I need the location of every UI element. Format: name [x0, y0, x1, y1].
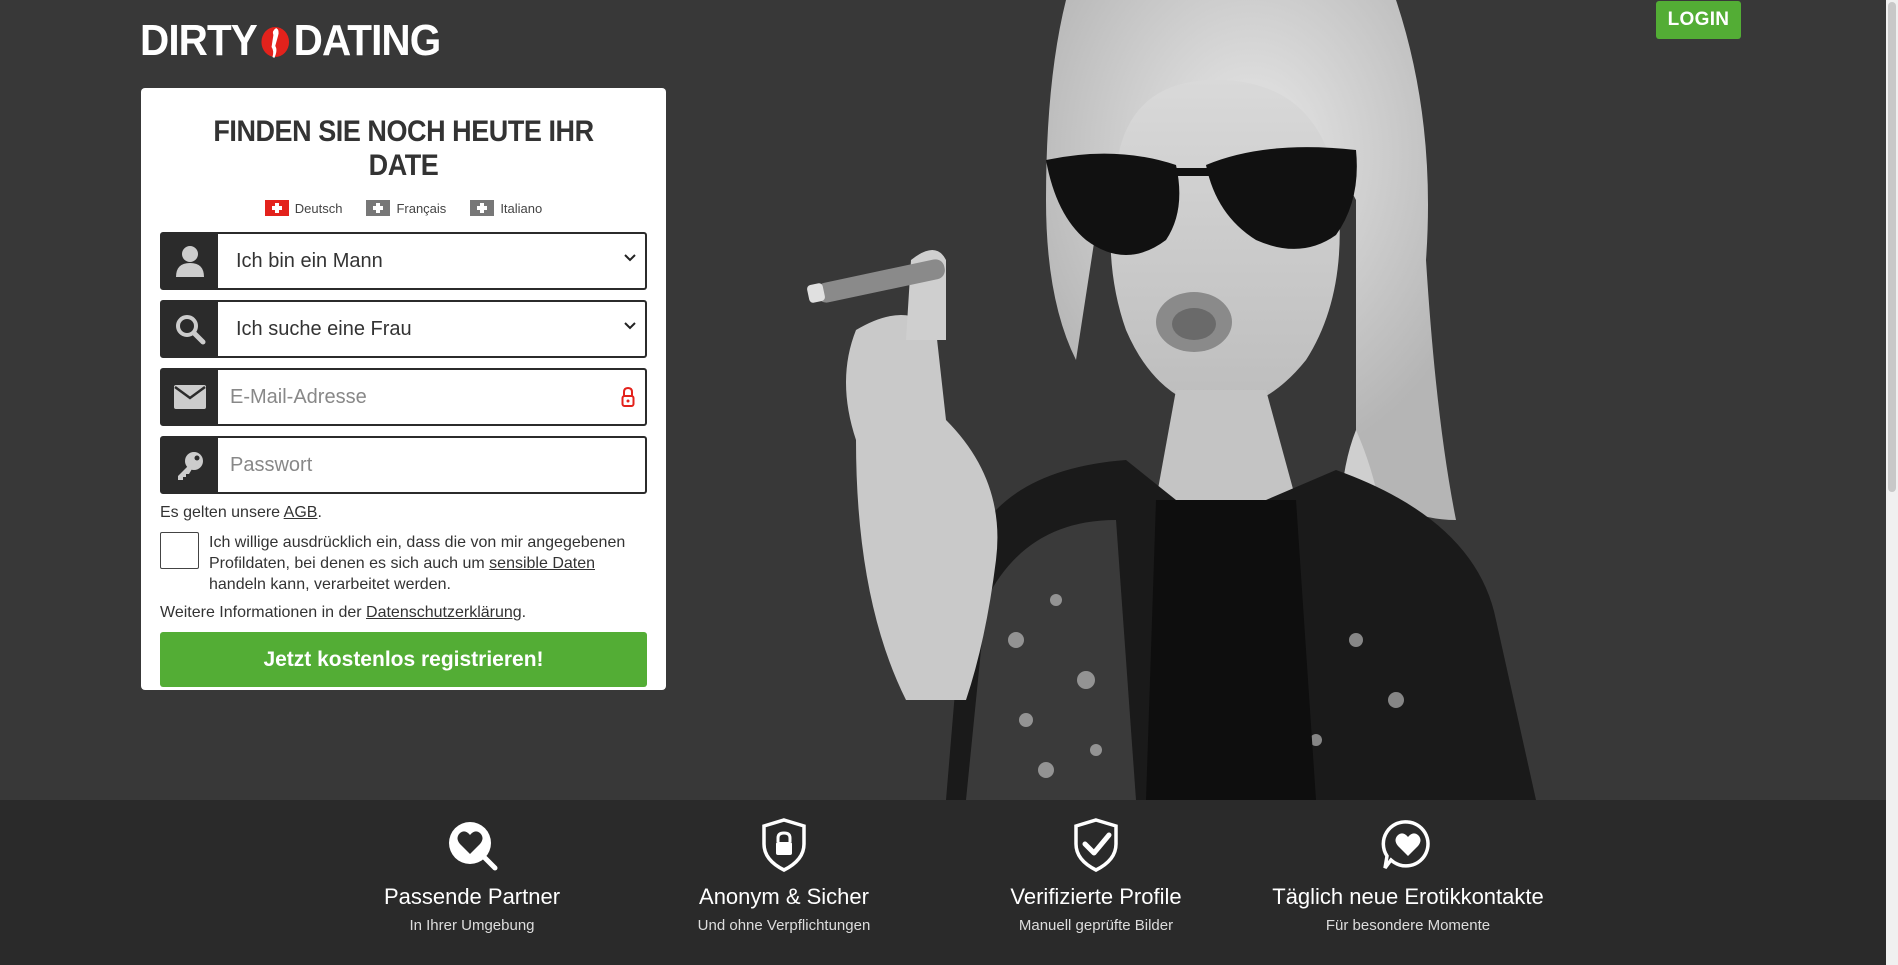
- agb-prefix: Es gelten unsere: [160, 504, 284, 521]
- hero-image: [796, 0, 1556, 800]
- email-field[interactable]: E-Mail-Adresse: [160, 368, 647, 426]
- feature-subtitle: Manuell geprüfte Bilder: [1018, 917, 1174, 934]
- feature-title: Verifizierte Profile: [1010, 884, 1182, 909]
- agb-notice: Es gelten unsere AGB.: [160, 504, 647, 522]
- swiss-flag-icon: [470, 200, 495, 216]
- shield-lock-icon: [624, 818, 944, 872]
- language-label: Deutsch: [294, 200, 343, 216]
- consent-text: Ich willige ausdrücklich ein, dass die v…: [209, 532, 647, 595]
- consent-suffix: handeln kann, verarbeitet werden.: [209, 576, 451, 593]
- privacy-notice: Weitere Informationen in der Datenschutz…: [160, 604, 647, 622]
- form-title: FINDEN SIE NOCH HEUTE IHR DATE: [213, 115, 594, 182]
- feature-item: Anonym & Sicher Und ohne Verpflichtungen: [624, 818, 944, 934]
- brand-logo-mark: [261, 19, 290, 63]
- lock-icon: [621, 386, 635, 407]
- feature-subtitle: Und ohne Verpflichtungen: [697, 917, 871, 934]
- feature-title: Täglich neue Erotikkontakte: [1272, 884, 1544, 909]
- page-scrollbar-thumb[interactable]: [1888, 2, 1896, 492]
- register-button[interactable]: Jetzt kostenlos registrieren!: [160, 632, 647, 687]
- user-icon: [162, 234, 218, 288]
- privacy-suffix: .: [521, 604, 527, 621]
- seeking-select[interactable]: Ich suche eine Frau: [160, 300, 647, 358]
- consent-checkbox[interactable]: [160, 532, 199, 569]
- language-francais[interactable]: Français: [366, 200, 446, 216]
- feature-subtitle: In Ihrer Umgebung: [409, 917, 535, 934]
- feature-title: Anonym & Sicher: [699, 884, 869, 909]
- feature-subtitle: Für besondere Momente: [1325, 917, 1491, 934]
- shield-check-icon: [936, 818, 1256, 872]
- seeking-select-value: Ich suche eine Frau: [236, 317, 412, 340]
- gender-select-value: Ich bin ein Mann: [236, 249, 383, 272]
- feature-item: Verifizierte Profile Manuell geprüfte Bi…: [936, 818, 1256, 934]
- brand-logo-right: DATING: [293, 16, 442, 65]
- brand-logo-left: DIRTY: [140, 16, 258, 65]
- gender-select[interactable]: Ich bin ein Mann: [160, 232, 647, 290]
- language-deutsch[interactable]: Deutsch: [264, 200, 343, 216]
- feature-item: Passende Partner In Ihrer Umgebung: [312, 818, 632, 934]
- chevron-down-icon: [624, 322, 636, 330]
- brand-logo[interactable]: DIRTY DATING: [140, 16, 442, 66]
- search-icon: [162, 302, 218, 356]
- registration-form: FINDEN SIE NOCH HEUTE IHR DATE Deutsch F…: [141, 88, 666, 690]
- consent-row: Ich willige ausdrücklich ein, dass die v…: [160, 532, 647, 595]
- language-label: Italiano: [500, 200, 543, 216]
- swiss-flag-icon: [366, 200, 391, 216]
- login-button[interactable]: LOGIN: [1656, 1, 1741, 39]
- language-italiano[interactable]: Italiano: [470, 200, 542, 216]
- password-field[interactable]: Passwort: [160, 436, 647, 494]
- privacy-link[interactable]: Datenschutzerklärung: [366, 604, 522, 621]
- features-bar: Passende Partner In Ihrer Umgebung Anony…: [0, 800, 1886, 965]
- heart-chat-icon: [1248, 818, 1568, 872]
- privacy-prefix: Weitere Informationen in der: [160, 604, 367, 621]
- language-label: Français: [396, 200, 447, 216]
- email-placeholder: E-Mail-Adresse: [230, 385, 367, 408]
- swiss-flag-icon: [264, 200, 289, 216]
- feature-item: Täglich neue Erotikkontakte Für besonder…: [1248, 818, 1568, 934]
- agb-link[interactable]: AGB: [284, 504, 318, 521]
- envelope-icon: [162, 370, 218, 424]
- chevron-down-icon: [624, 254, 636, 262]
- key-icon: [162, 438, 218, 492]
- heart-search-icon: [312, 818, 632, 872]
- password-placeholder: Passwort: [230, 453, 313, 476]
- page-scrollbar[interactable]: [1886, 0, 1898, 965]
- feature-title: Passende Partner: [383, 884, 561, 909]
- language-switcher: Deutsch Français Italiano: [160, 200, 647, 216]
- agb-suffix: .: [317, 504, 322, 521]
- sensitive-data-link[interactable]: sensible Daten: [489, 555, 595, 572]
